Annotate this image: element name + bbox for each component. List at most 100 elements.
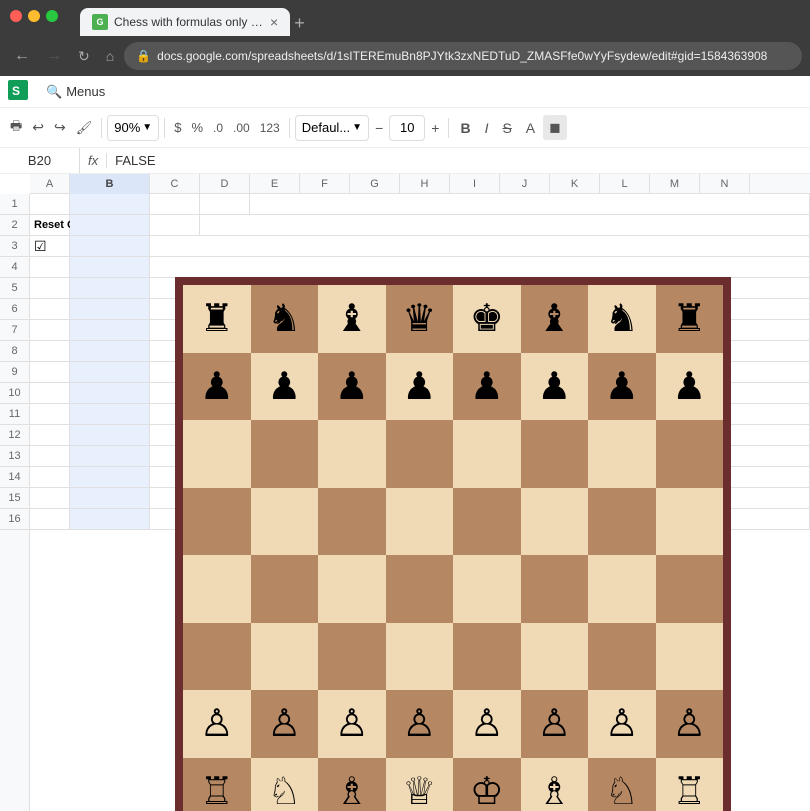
chess-cell[interactable] <box>453 623 521 691</box>
maximize-btn[interactable] <box>46 10 58 22</box>
chess-cell[interactable]: ♙ <box>588 690 656 758</box>
increase-font-btn[interactable]: + <box>427 116 443 140</box>
row-header-10[interactable]: 10 <box>0 383 29 404</box>
chess-cell[interactable]: ♟ <box>453 353 521 421</box>
grid-cell-b5[interactable] <box>70 278 150 298</box>
col-header-b[interactable]: B <box>70 174 150 194</box>
chess-cell[interactable]: ♙ <box>251 690 319 758</box>
col-header-e[interactable]: E <box>250 174 300 194</box>
chess-cell[interactable] <box>453 555 521 623</box>
chess-cell[interactable] <box>588 420 656 488</box>
col-header-c[interactable]: C <box>150 174 200 194</box>
chess-cell[interactable]: ♖ <box>183 758 251 811</box>
chess-cell[interactable] <box>386 555 454 623</box>
grid-cell[interactable] <box>30 362 70 382</box>
chess-cell[interactable] <box>183 420 251 488</box>
chess-cell[interactable]: ♜ <box>656 285 724 353</box>
chess-cell[interactable] <box>453 488 521 556</box>
grid-cell[interactable] <box>30 404 70 424</box>
chess-cell[interactable]: ♞ <box>251 285 319 353</box>
grid-cell[interactable] <box>30 194 70 214</box>
grid-cell-b1[interactable] <box>70 194 150 214</box>
grid-cell-b10[interactable] <box>70 383 150 403</box>
text-color-btn[interactable]: A <box>520 116 541 140</box>
chess-cell[interactable] <box>386 488 454 556</box>
grid-cell[interactable] <box>150 257 810 277</box>
active-tab[interactable]: G Chess with formulas only - G... × <box>80 8 290 36</box>
col-header-h[interactable]: H <box>400 174 450 194</box>
menus-btn[interactable]: 🔍 Menus <box>36 80 115 104</box>
minimize-btn[interactable] <box>28 10 40 22</box>
chess-cell[interactable] <box>588 623 656 691</box>
grid-cell[interactable] <box>30 383 70 403</box>
print-btn[interactable]: 🖶 <box>6 113 26 143</box>
col-header-g[interactable]: G <box>350 174 400 194</box>
grid-cell[interactable] <box>200 215 810 235</box>
grid-cell[interactable] <box>200 194 250 214</box>
chess-cell[interactable] <box>251 555 319 623</box>
chess-cell[interactable]: ♙ <box>183 690 251 758</box>
chess-cell[interactable]: ♟ <box>318 353 386 421</box>
chess-cell[interactable]: ♛ <box>386 285 454 353</box>
chess-cell[interactable] <box>521 488 589 556</box>
chess-cell[interactable] <box>183 623 251 691</box>
chess-cell[interactable]: ♟ <box>588 353 656 421</box>
chess-cell[interactable]: ♞ <box>588 285 656 353</box>
grid-cell[interactable] <box>30 446 70 466</box>
grid-cell[interactable] <box>30 257 70 277</box>
chess-cell[interactable] <box>386 420 454 488</box>
close-btn[interactable] <box>10 10 22 22</box>
undo-btn[interactable]: ↩ <box>28 115 48 140</box>
chess-cell[interactable]: ♟ <box>386 353 454 421</box>
chess-cell[interactable] <box>453 420 521 488</box>
grid-cell[interactable] <box>30 425 70 445</box>
grid-cell-b8[interactable] <box>70 341 150 361</box>
chess-cell[interactable] <box>521 623 589 691</box>
grid-cell[interactable] <box>150 194 200 214</box>
grid-cell[interactable] <box>30 488 70 508</box>
grid-cell[interactable] <box>250 194 810 214</box>
chess-cell[interactable]: ♝ <box>318 285 386 353</box>
chess-cell[interactable] <box>656 488 724 556</box>
decrease-font-btn[interactable]: − <box>371 116 387 140</box>
col-header-n[interactable]: N <box>700 174 750 194</box>
col-header-k[interactable]: K <box>550 174 600 194</box>
grid-cell-b14[interactable] <box>70 467 150 487</box>
grid-cell-b13[interactable] <box>70 446 150 466</box>
chess-cell[interactable]: ♘ <box>588 758 656 811</box>
percent-btn[interactable]: % <box>187 116 207 139</box>
grid-cell-b7[interactable] <box>70 320 150 340</box>
chess-cell[interactable] <box>386 623 454 691</box>
grid-cell-b15[interactable] <box>70 488 150 508</box>
chess-cell[interactable]: ♔ <box>453 758 521 811</box>
chess-cell[interactable]: ♟ <box>656 353 724 421</box>
reload-btn[interactable]: ↻ <box>72 44 96 69</box>
grid-cell-a2[interactable]: Reset Game <box>30 215 70 235</box>
row-header-16[interactable]: 16 <box>0 509 29 530</box>
row-header-4[interactable]: 4 <box>0 257 29 278</box>
tab-close-icon[interactable]: × <box>270 14 278 30</box>
grid-cell[interactable] <box>30 467 70 487</box>
row-header-5[interactable]: 5 <box>0 278 29 299</box>
col-header-l[interactable]: L <box>600 174 650 194</box>
col-header-f[interactable]: F <box>300 174 350 194</box>
chess-cell[interactable] <box>588 488 656 556</box>
grid-cell-a3[interactable]: ☑ <box>30 236 70 256</box>
chess-cell[interactable] <box>656 420 724 488</box>
highlight-btn[interactable]: ◼ <box>543 115 567 140</box>
chess-cell[interactable]: ♙ <box>386 690 454 758</box>
chess-cell[interactable] <box>656 623 724 691</box>
chess-cell[interactable] <box>318 488 386 556</box>
forward-btn[interactable]: → <box>40 43 68 69</box>
row-header-2[interactable]: 2 <box>0 215 29 236</box>
grid-cell[interactable] <box>150 215 200 235</box>
grid-cell-b3[interactable] <box>70 236 150 256</box>
chess-cell[interactable]: ♘ <box>251 758 319 811</box>
chess-cell[interactable] <box>588 555 656 623</box>
row-header-1[interactable]: 1 <box>0 194 29 215</box>
font-family[interactable]: Defaul... ▼ <box>295 115 369 141</box>
grid-cell[interactable] <box>30 278 70 298</box>
grid-cell[interactable] <box>30 341 70 361</box>
chess-cell[interactable]: ♟ <box>521 353 589 421</box>
checkbox-icon[interactable]: ☑ <box>34 238 47 255</box>
